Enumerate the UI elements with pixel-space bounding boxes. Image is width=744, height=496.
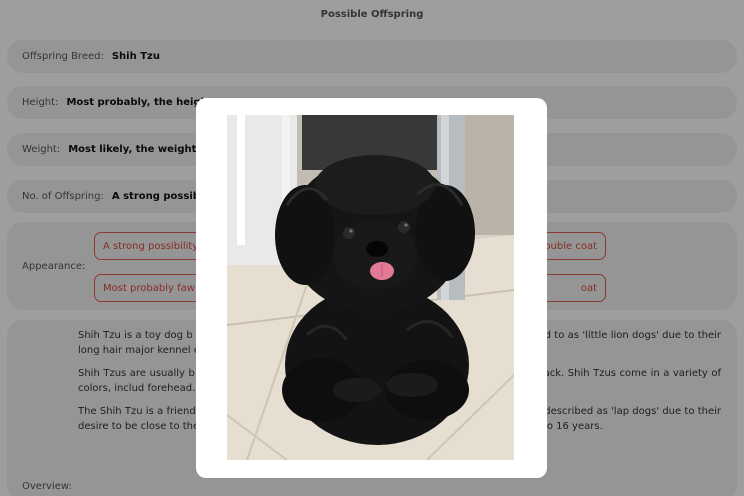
puppy-photo [227, 115, 514, 460]
image-preview-modal [196, 98, 547, 478]
